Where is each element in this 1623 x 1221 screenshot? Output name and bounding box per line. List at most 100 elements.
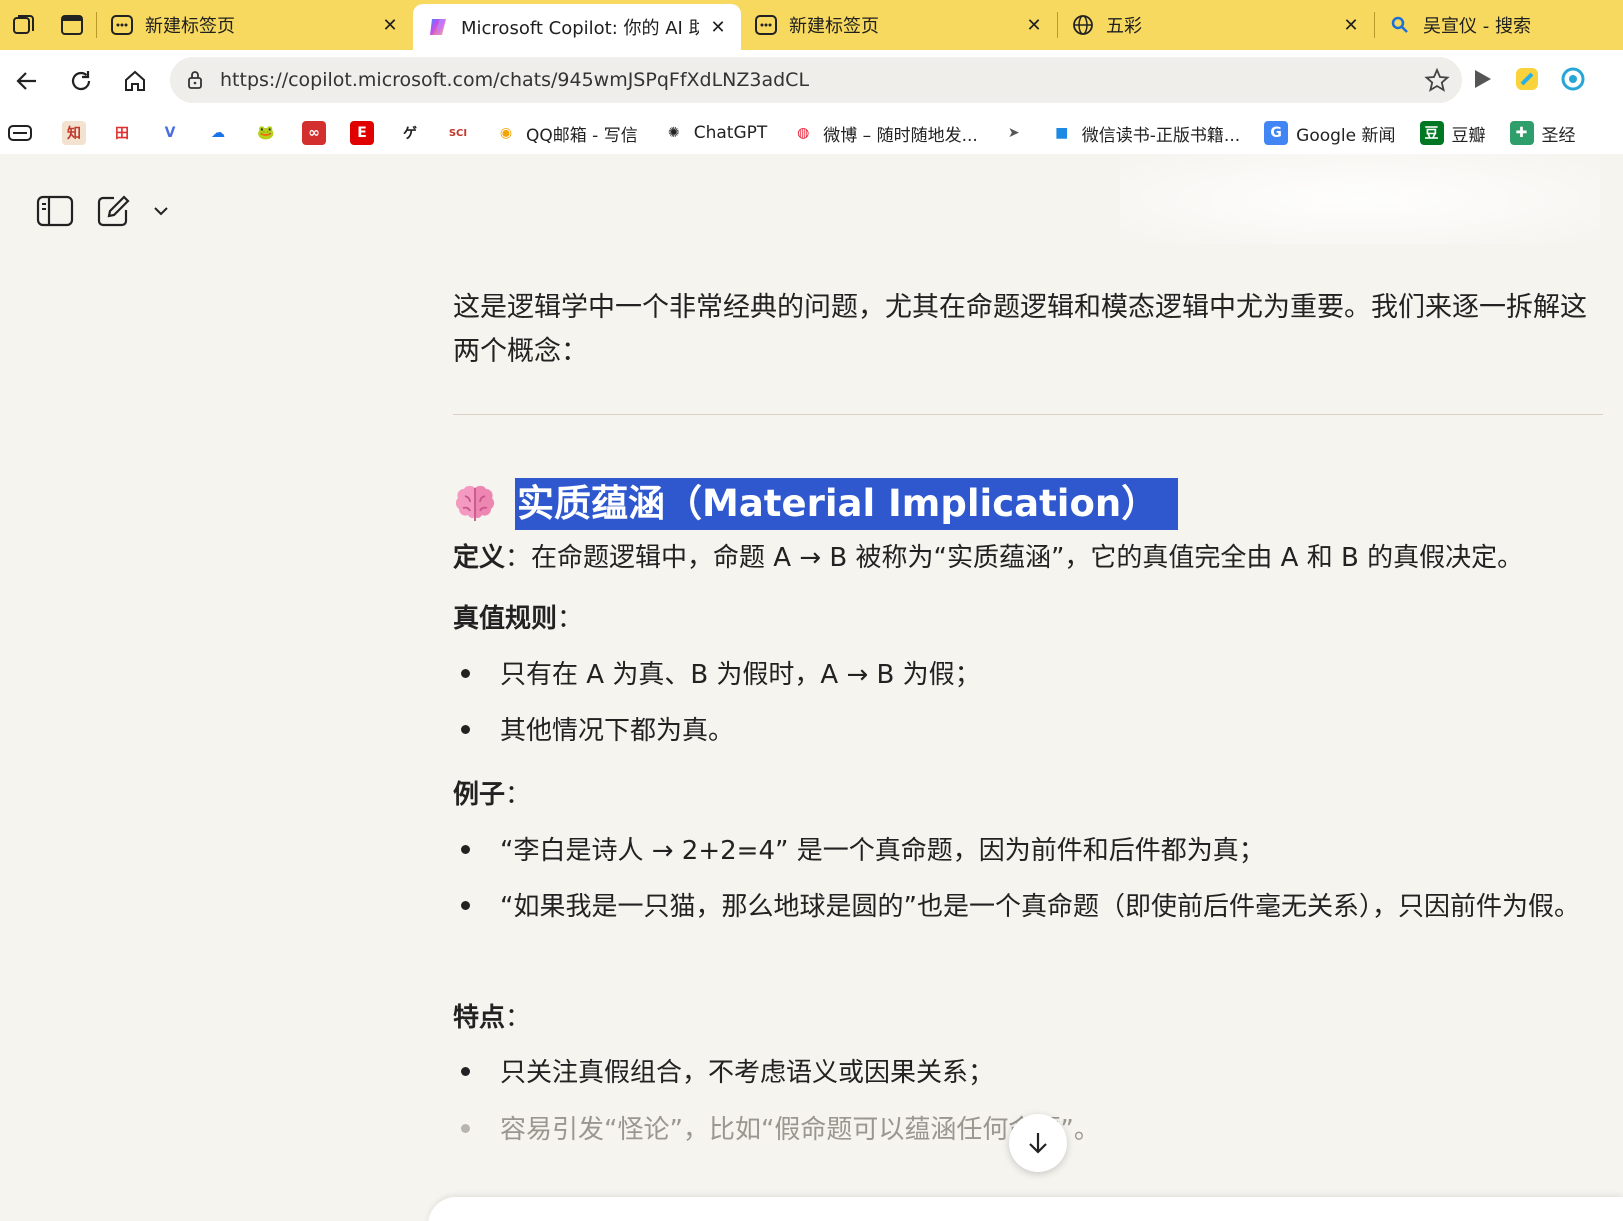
qqmail-icon: ◉ [499,125,513,141]
tab-title: 五彩 [1106,16,1142,37]
bullet [461,1124,470,1133]
bookmark-folder[interactable] [8,121,32,145]
tab-new-tab-1[interactable]: 新建标签页 ✕ [97,0,413,50]
example-colon: ： [505,780,532,810]
grid-icon: 田 [115,126,129,142]
list-item: 只关注真假组合，不考虑语义或因果关系； [453,1052,1603,1094]
bookmark-label: 微博 – 随时随地发... [823,125,978,146]
back-arrow-icon [16,72,36,90]
truth-label: 真值规则 [453,604,558,634]
bookmark-frog[interactable]: 🐸 [254,121,278,145]
sidebar-tools [36,194,170,232]
bookmark-label: Google 新闻 [1296,125,1396,146]
play-extension-icon[interactable] [1470,67,1494,95]
tab-copilot[interactable]: Microsoft Copilot: 你的 AI 助手 ✕ [413,4,741,50]
e-icon: E [350,121,374,145]
back-button[interactable] [0,54,54,108]
list-item: “如果我是一只猫，那么地球是圆的”也是一个真命题（即使前后件毫无关系），只因前件… [453,886,1603,928]
chevron-down-icon [154,207,168,216]
bullet [461,901,470,910]
close-tab-icon[interactable]: ✕ [1340,14,1362,36]
close-tab-icon[interactable]: ✕ [379,14,401,36]
notes-extension-icon[interactable] [1514,66,1540,96]
v-icon: V [164,125,176,141]
scroll-to-bottom-button[interactable] [1009,1114,1067,1172]
bookmark-tian[interactable]: 田 [110,121,134,145]
bookmark-chatgpt[interactable]: ✺ ChatGPT [662,121,767,145]
tab-strip: 新建标签页 ✕ Microsoft Copilot: 你的 AI 助手 ✕ 新建… [0,0,1623,50]
loop-icon: ∞ [302,121,326,145]
bookmark-v[interactable]: V [158,121,182,145]
bookmark-label: 圣经 [1541,125,1576,146]
send-arrow-icon: ➤ [1007,125,1020,141]
profile-extension-icon[interactable] [1560,66,1586,96]
bookmark-weibo[interactable]: ◍ 微博 – 随时随地发... [791,121,978,146]
bible-icon: ✚ [1509,121,1534,145]
feature-colon: ： [505,1003,532,1033]
tab-new-tab-2[interactable]: 新建标签页 ✕ [741,0,1057,50]
google-news-icon: G [1264,121,1289,145]
list-item-text: 只有在 A 为真、B 为假时，A → B 为假； [500,660,981,690]
new-chat-dropdown-button[interactable] [152,202,170,224]
new-tab-icon [755,14,777,36]
list-item: 其他情况下都为真。 [453,710,1603,752]
copilot-icon [427,16,449,38]
bookmark-e[interactable]: E [350,121,374,145]
workspaces-icon [13,15,34,34]
bookmark-zhihu[interactable]: 知 [62,121,86,145]
close-tab-icon[interactable]: ✕ [707,16,729,38]
tab-wucai[interactable]: 五彩 ✕ [1058,0,1374,50]
bookmark-scihub[interactable]: SCI [446,121,470,145]
bookmark-bible[interactable]: ✚ 圣经 [1509,121,1576,146]
workspaces-button[interactable] [0,0,48,50]
list-item-text: “如果我是一只猫，那么地球是圆的”也是一个真命题（即使前后件毫无关系），只因前件… [500,892,1580,922]
globe-icon [1072,14,1094,36]
tab-title: 新建标签页 [145,16,235,37]
bullet [461,845,470,854]
scihub-icon: SCI [448,127,468,139]
definition-text: ：在命题逻辑中，命题 A → B 被称为“实质蕴涵”，它的真值完全由 A 和 B… [505,543,1524,573]
bookmark-qqmail[interactable]: ◉ QQ邮箱 - 写信 [494,121,638,146]
bookmark-send[interactable]: ➤ [1002,121,1026,145]
url-text[interactable]: https://copilot.microsoft.com/chats/945w… [220,69,1412,91]
bookmark-weread[interactable]: ■ 微信读书-正版书籍... [1050,121,1240,146]
bookmark-ge[interactable]: ゲ [398,121,422,145]
copilot-page: 这是逻辑学中一个非常经典的问题，尤其在命题逻辑和模态逻辑中尤为重要。我们来逐一拆… [0,154,1623,1221]
examples-heading: 例子： [453,774,531,811]
douban-icon: 豆 [1419,121,1444,145]
feature-label: 特点 [453,1003,506,1033]
chatgpt-icon: ✺ [667,125,680,141]
cloud-icon: ☁ [211,125,225,141]
bookmarks-bar: 知 田 V ☁ 🐸 ∞ E ゲ SCI ◉ QQ邮箱 - 写信 ✺ ChatGPT … [0,112,1623,154]
tab-title: 新建标签页 [789,16,879,37]
home-button[interactable] [108,54,162,108]
tab-actions-button[interactable] [48,0,96,50]
new-chat-button[interactable] [96,194,130,232]
bookmark-cloud[interactable]: ☁ [206,121,230,145]
sidebar-toggle-button[interactable] [36,195,74,231]
list-item-text: 其他情况下都为真。 [500,716,735,746]
bookmark-label: 微信读书-正版书籍... [1081,125,1241,146]
top-fade [1120,154,1600,244]
address-bar[interactable]: https://copilot.microsoft.com/chats/945w… [170,57,1462,103]
collections-icon [8,121,32,145]
reload-button[interactable] [54,54,108,108]
bookmark-red-loop[interactable]: ∞ [302,121,326,145]
extensions-area [1470,50,1586,112]
tab-title: Microsoft Copilot: 你的 AI 助手 [461,18,699,39]
navigation-bar: https://copilot.microsoft.com/chats/945w… [0,50,1623,112]
favorite-star-icon[interactable] [1412,67,1462,93]
truth-rules-heading: 真值规则： [453,598,583,635]
list-item-text: “李白是诗人 → 2+2=4” 是一个真命题，因为前件和后件都为真； [500,836,1265,866]
tab-title: 吴宣仪 - 搜索 [1423,16,1531,37]
tab-search[interactable]: 吴宣仪 - 搜索 [1375,0,1605,50]
new-tab-icon [111,14,133,36]
close-tab-icon[interactable]: ✕ [1023,14,1045,36]
bookmark-douban[interactable]: 豆豆瓣 [1419,121,1486,146]
site-info-icon[interactable] [170,70,220,90]
list-item-text: 只关注真假组合，不考虑语义或因果关系； [500,1058,995,1088]
message-composer[interactable] [428,1197,1623,1221]
arrow-down-icon [1029,1133,1047,1154]
bullet [461,1067,470,1076]
bookmark-google-news[interactable]: G Google 新闻 [1264,121,1396,146]
